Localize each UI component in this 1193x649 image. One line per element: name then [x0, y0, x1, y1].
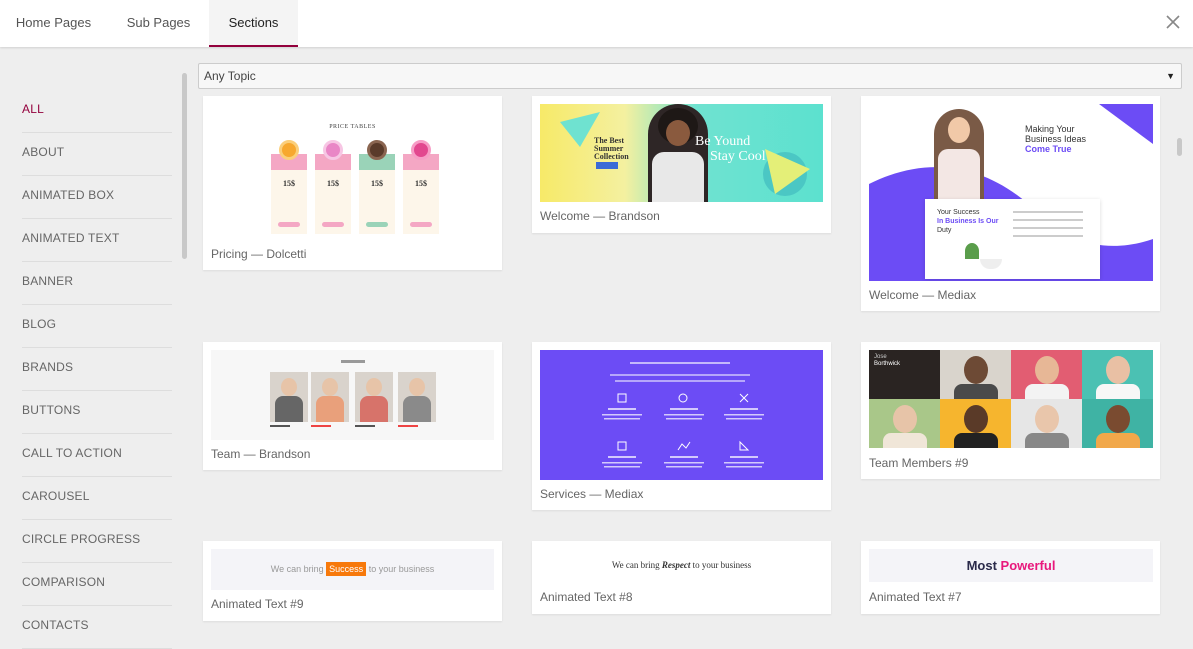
card-label: Pricing — Dolcetti	[211, 247, 307, 261]
category-animated-text[interactable]: ANIMATED TEXT	[22, 219, 172, 262]
category-all[interactable]: ALL	[22, 90, 172, 133]
card-label: Team Members #9	[869, 456, 969, 470]
category-about[interactable]: ABOUT	[22, 133, 172, 176]
model-photo	[934, 109, 984, 204]
category-banner[interactable]: BANNER	[22, 262, 172, 305]
tab-home-pages[interactable]: Home Pages	[0, 0, 107, 47]
price-columns: 15$ 15$ 15$ 15$	[267, 134, 447, 238]
team-brandson-preview	[211, 350, 494, 440]
preview-card: Your Success In Business Is Our Duty	[925, 199, 1100, 279]
category-circle-progress[interactable]: CIRCLE PROGRESS	[22, 520, 172, 563]
tab-bar: Home Pages Sub Pages Sections	[0, 0, 1193, 47]
card-label: Animated Text #9	[211, 597, 304, 611]
preview-line-3: Come True	[1025, 144, 1072, 154]
template-card-services-mediax[interactable]: Services — Mediax	[532, 342, 831, 510]
card-label: Welcome — Brandson	[540, 209, 660, 223]
price-column: 15$	[359, 140, 395, 234]
template-card-animated-text-9[interactable]: We can bring Success to your business An…	[203, 541, 502, 621]
card-label: Team — Brandson	[211, 447, 311, 461]
pricing-preview: PRICE TABLES 15$ 15$ 15$ 15$	[211, 104, 494, 239]
price-column: 15$	[403, 140, 439, 234]
category-sidebar: ALL ABOUT ANIMATED BOX ANIMATED TEXT BAN…	[0, 90, 180, 649]
template-card-animated-text-7[interactable]: Most Powerful Animated Text #7	[861, 541, 1160, 614]
template-card-team-members-9[interactable]: Jose Borthwick Team Members #9	[861, 342, 1160, 479]
preview-line-1: Making Your	[1025, 124, 1075, 134]
price-column: 15$	[315, 140, 351, 234]
card-label: Animated Text #7	[869, 590, 962, 604]
tab-sections[interactable]: Sections	[209, 0, 298, 47]
animated-text-8-preview: We can bring Respect to your business	[540, 549, 823, 582]
animated-text-9-preview: We can bring Success to your business	[211, 549, 494, 590]
dropdown-arrow-icon: ▼	[1166, 71, 1175, 81]
category-carousel[interactable]: CAROUSEL	[22, 477, 172, 520]
preview-line-2: Business Ideas	[1025, 134, 1087, 144]
category-animated-box[interactable]: ANIMATED BOX	[22, 176, 172, 219]
preview-slogan-2: Stay Cool	[710, 149, 766, 164]
services-mediax-preview	[540, 350, 823, 480]
category-comparison[interactable]: COMPARISON	[22, 563, 172, 606]
preview-title: PRICE TABLES	[329, 124, 376, 130]
card-label: Animated Text #8	[540, 590, 633, 604]
category-call-to-action[interactable]: CALL TO ACTION	[22, 434, 172, 477]
category-brands[interactable]: BRANDS	[22, 348, 172, 391]
template-card-welcome-mediax[interactable]: Making Your Business Ideas Come True You…	[861, 96, 1160, 311]
template-card-pricing-dolcetti[interactable]: PRICE TABLES 15$ 15$ 15$ 15$ Pricing — D…	[203, 96, 502, 270]
tab-sub-pages[interactable]: Sub Pages	[107, 0, 210, 47]
service-icons	[602, 393, 764, 468]
sidebar-scrollbar[interactable]	[182, 73, 187, 259]
card-label: Welcome — Mediax	[869, 288, 977, 302]
animated-text-7-preview: Most Powerful	[869, 549, 1153, 582]
close-icon[interactable]	[1163, 12, 1183, 32]
topic-select[interactable]: Any Topic ▼	[198, 63, 1182, 89]
team-members-preview: Jose Borthwick	[869, 350, 1153, 448]
price-column: 15$	[271, 140, 307, 234]
preview-slogan-1: Be Yound	[695, 134, 751, 149]
card-label: Services — Mediax	[540, 487, 644, 501]
category-contacts[interactable]: CONTACTS	[22, 606, 172, 649]
topic-select-value: Any Topic	[204, 69, 256, 83]
model-photo	[648, 104, 708, 202]
preview-headline: The Best Summer Collection	[594, 136, 629, 161]
template-card-team-brandson[interactable]: Team — Brandson	[203, 342, 502, 470]
grid-scrollbar[interactable]	[1177, 138, 1182, 156]
category-blog[interactable]: BLOG	[22, 305, 172, 348]
template-card-welcome-brandson[interactable]: The Best Summer Collection Be Yound Stay…	[532, 96, 831, 233]
welcome-mediax-preview: Making Your Business Ideas Come True You…	[869, 104, 1153, 281]
welcome-brandson-preview: The Best Summer Collection Be Yound Stay…	[540, 104, 823, 202]
template-card-animated-text-8[interactable]: We can bring Respect to your business An…	[532, 541, 831, 614]
category-buttons[interactable]: BUTTONS	[22, 391, 172, 434]
